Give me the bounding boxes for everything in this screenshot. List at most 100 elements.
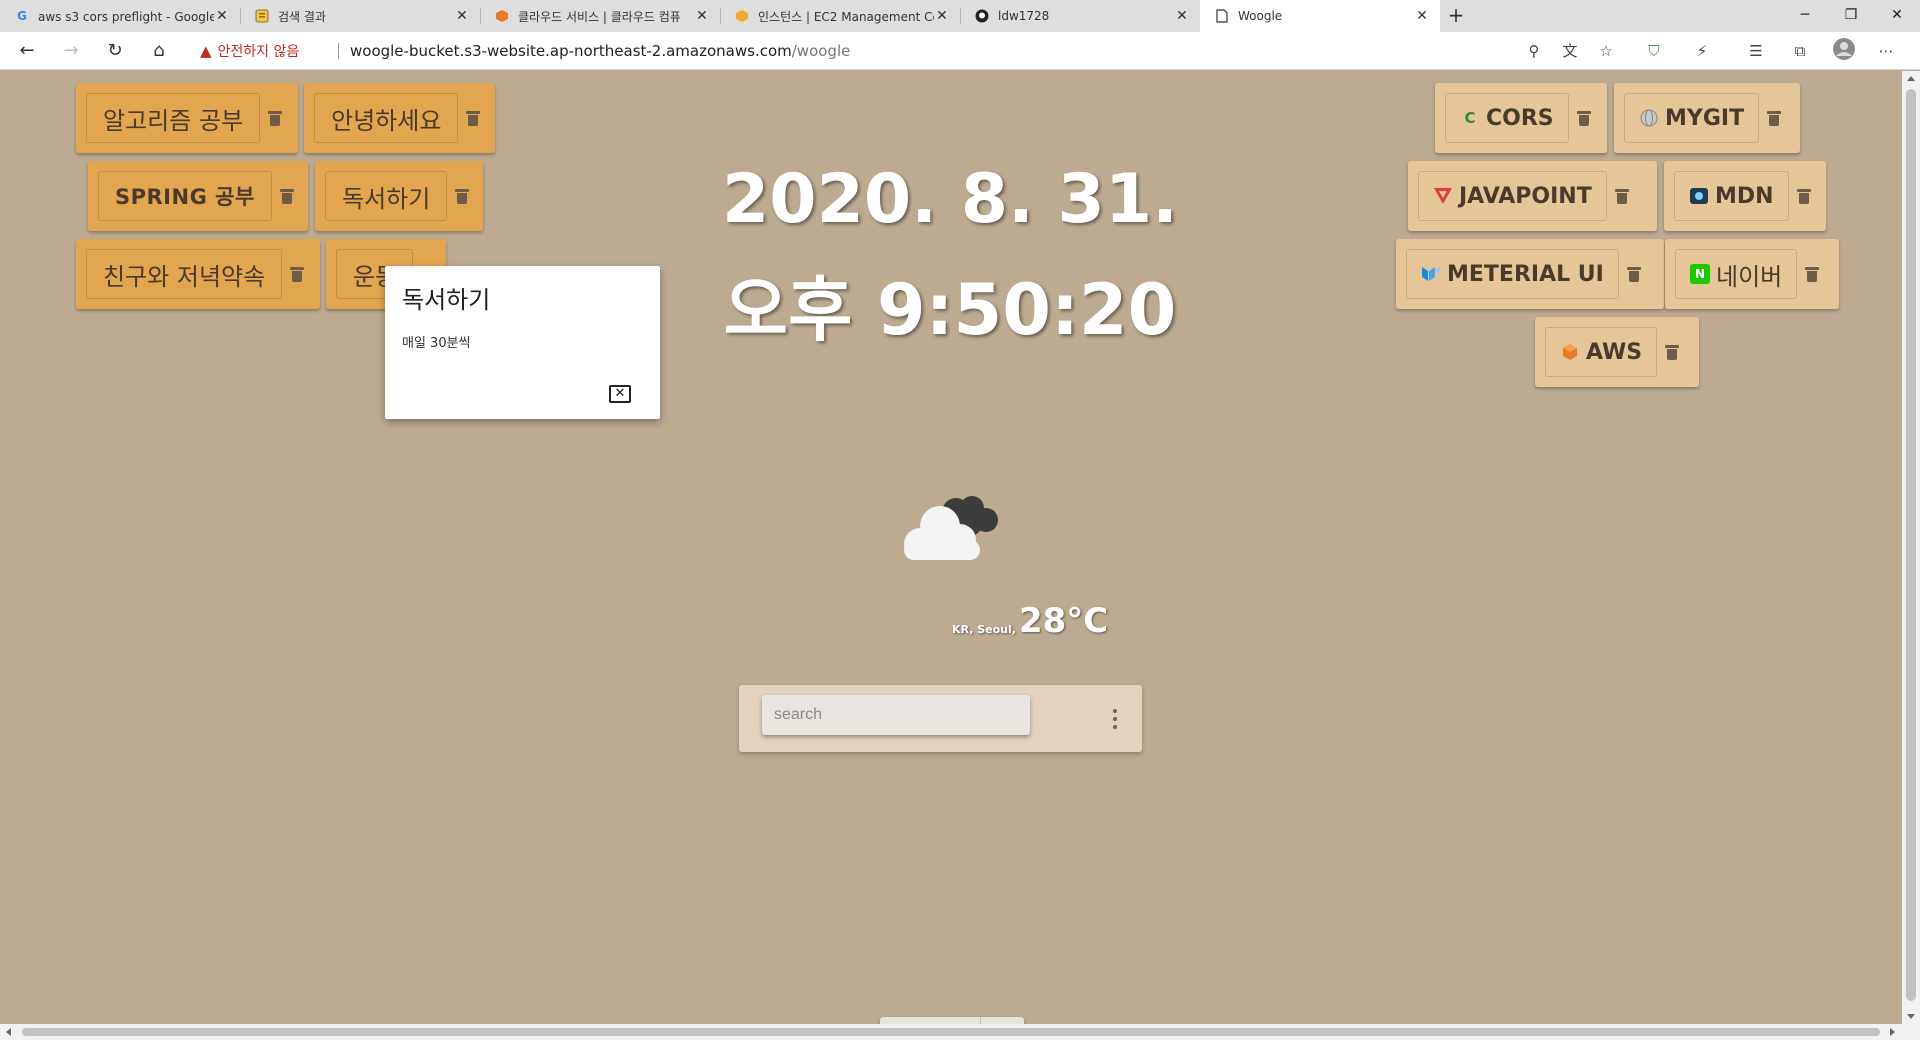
search-panel xyxy=(739,685,1142,752)
translate-icon[interactable]: 文 xyxy=(1556,38,1584,64)
bookmark-item: METERIAL UI xyxy=(1396,239,1664,309)
cloud-icon xyxy=(898,486,1008,566)
extension-icon[interactable]: ⚡ xyxy=(1688,38,1716,64)
bookmark-label: MYGIT xyxy=(1665,105,1745,131)
window-close-icon[interactable]: ✕ xyxy=(1874,0,1920,32)
bookmark-label: JAVAPOINT xyxy=(1459,183,1592,209)
url-field[interactable]: woogle-bucket.s3-website.ap-northeast-2.… xyxy=(350,42,850,60)
profile-avatar-icon[interactable] xyxy=(1830,38,1858,64)
aws-icon xyxy=(734,8,750,24)
back-icon[interactable]: ← xyxy=(12,36,42,66)
close-tab-icon[interactable]: ✕ xyxy=(214,8,230,24)
todo-button[interactable]: 안녕하세요 xyxy=(314,93,459,143)
scroll-right-icon[interactable] xyxy=(1890,1028,1895,1036)
bookmark-link[interactable]: METERIAL UI xyxy=(1406,249,1619,299)
zoom-icon[interactable]: ⚲ xyxy=(1520,38,1548,64)
delete-todo-button[interactable] xyxy=(264,110,286,126)
restore-icon[interactable]: ❐ xyxy=(1828,0,1874,32)
trash-icon xyxy=(290,266,305,282)
weather-temperature: 28°C xyxy=(1018,601,1109,641)
close-tab-icon[interactable]: ✕ xyxy=(454,8,470,24)
trash-icon xyxy=(1796,188,1811,204)
shield-extension-icon[interactable]: ⛉ xyxy=(1640,38,1668,64)
window-controls: ─ ❐ ✕ xyxy=(1782,0,1920,32)
delete-todo-button[interactable] xyxy=(276,188,298,204)
delete-bookmark-button[interactable] xyxy=(1793,188,1815,204)
tab-title: aws s3 cors preflight - Google 검 xyxy=(38,9,214,24)
scrollbar-thumb[interactable] xyxy=(1906,89,1916,1001)
popup-close-icon[interactable]: ✕ xyxy=(609,385,631,403)
aws-icon xyxy=(1560,342,1580,362)
globe-icon xyxy=(1639,108,1659,128)
weather-location: KR, Seoul, xyxy=(952,623,1016,636)
todo-button[interactable]: SPRING 공부 xyxy=(98,171,272,221)
bookmark-label: 네이버 xyxy=(1716,262,1783,291)
security-warning[interactable]: ▲ 안전하지 않음 xyxy=(200,41,299,61)
browser-tab-active[interactable]: Woogle ✕ xyxy=(1200,0,1440,32)
trash-icon xyxy=(455,188,470,204)
trash-icon xyxy=(1614,188,1629,204)
browser-tab[interactable]: ldw1728 ✕ xyxy=(960,0,1200,32)
trash-icon xyxy=(1767,110,1782,126)
todo-button[interactable]: 친구와 저녁약속 xyxy=(86,249,283,299)
close-tab-icon[interactable]: ✕ xyxy=(1174,8,1190,24)
bookmark-link[interactable]: C CORS xyxy=(1445,93,1569,143)
minimize-icon[interactable]: ─ xyxy=(1782,0,1828,32)
home-icon[interactable]: ⌂ xyxy=(144,36,174,66)
delete-bookmark-button[interactable] xyxy=(1763,110,1785,126)
browser-tab[interactable]: G aws s3 cors preflight - Google 검 ✕ xyxy=(0,0,240,32)
trash-icon xyxy=(268,110,283,126)
todo-detail-popup: 독서하기 매일 30분씩 ✕ xyxy=(385,266,660,419)
forward-icon[interactable]: → xyxy=(56,36,86,66)
scroll-down-icon[interactable] xyxy=(1907,1014,1915,1019)
more-menu-icon[interactable]: ⋯ xyxy=(1872,38,1900,64)
mdn-icon xyxy=(1689,186,1709,206)
trash-icon xyxy=(1805,266,1820,282)
scroll-left-icon[interactable] xyxy=(6,1028,11,1036)
bookmark-label: AWS xyxy=(1586,339,1643,365)
warning-icon: ▲ xyxy=(200,42,212,60)
refresh-icon[interactable]: ↻ xyxy=(100,36,130,66)
woogle-page: 알고리즘 공부 안녕하세요 SPRING 공부 독서하기 친구와 저녁약속 운동… xyxy=(0,71,1902,1040)
bookmark-link[interactable]: JAVAPOINT xyxy=(1418,171,1607,221)
todo-button[interactable]: 독서하기 xyxy=(325,171,448,221)
close-tab-icon[interactable]: ✕ xyxy=(1414,8,1430,24)
divider xyxy=(338,43,339,59)
scrollbar-thumb[interactable] xyxy=(22,1028,1880,1036)
javapoint-icon xyxy=(1433,186,1453,206)
delete-todo-button[interactable] xyxy=(286,266,308,282)
new-tab-button[interactable]: + xyxy=(1440,0,1472,32)
bookmark-link[interactable]: AWS xyxy=(1545,327,1658,377)
collections-icon[interactable]: ⧉ xyxy=(1786,38,1814,64)
trash-icon xyxy=(466,110,481,126)
close-tab-icon[interactable]: ✕ xyxy=(934,8,950,24)
bookmark-link[interactable]: MYGIT xyxy=(1624,93,1760,143)
favorites-list-icon[interactable]: ☰ xyxy=(1742,38,1770,64)
delete-bookmark-button[interactable] xyxy=(1573,110,1595,126)
delete-todo-button[interactable] xyxy=(462,110,484,126)
bookmark-item: JAVAPOINT xyxy=(1408,161,1657,231)
favorite-star-icon[interactable]: ☆ xyxy=(1592,38,1620,64)
bookmark-link[interactable]: N 네이버 xyxy=(1675,249,1798,299)
browser-tab[interactable]: 인스턴스 | EC2 Management Cor ✕ xyxy=(720,0,960,32)
delete-bookmark-button[interactable] xyxy=(1661,344,1683,360)
vertical-scrollbar[interactable] xyxy=(1902,71,1920,1024)
tab-title: Woogle xyxy=(1238,9,1283,23)
delete-bookmark-button[interactable] xyxy=(1611,188,1633,204)
todo-button[interactable]: 알고리즘 공부 xyxy=(86,93,261,143)
todo-item: 친구와 저녁약속 xyxy=(76,239,320,309)
url-path: /woogle xyxy=(791,42,851,60)
delete-bookmark-button[interactable] xyxy=(1801,266,1823,282)
bookmark-link[interactable]: MDN xyxy=(1674,171,1789,221)
search-input[interactable] xyxy=(762,695,1030,735)
delete-todo-button[interactable] xyxy=(451,188,473,204)
horizontal-scrollbar[interactable] xyxy=(0,1024,1920,1040)
delete-bookmark-button[interactable] xyxy=(1623,266,1645,282)
scroll-up-icon[interactable] xyxy=(1907,76,1915,81)
browser-tab[interactable]: 검색 결과 ✕ xyxy=(240,0,480,32)
close-tab-icon[interactable]: ✕ xyxy=(694,8,710,24)
popup-description: 매일 30분씩 xyxy=(402,336,471,351)
tab-title: 클라우드 서비스 | 클라우드 컴퓨 xyxy=(518,9,681,24)
more-options-icon[interactable] xyxy=(1109,707,1121,731)
browser-tab[interactable]: 클라우드 서비스 | 클라우드 컴퓨 ✕ xyxy=(480,0,720,32)
